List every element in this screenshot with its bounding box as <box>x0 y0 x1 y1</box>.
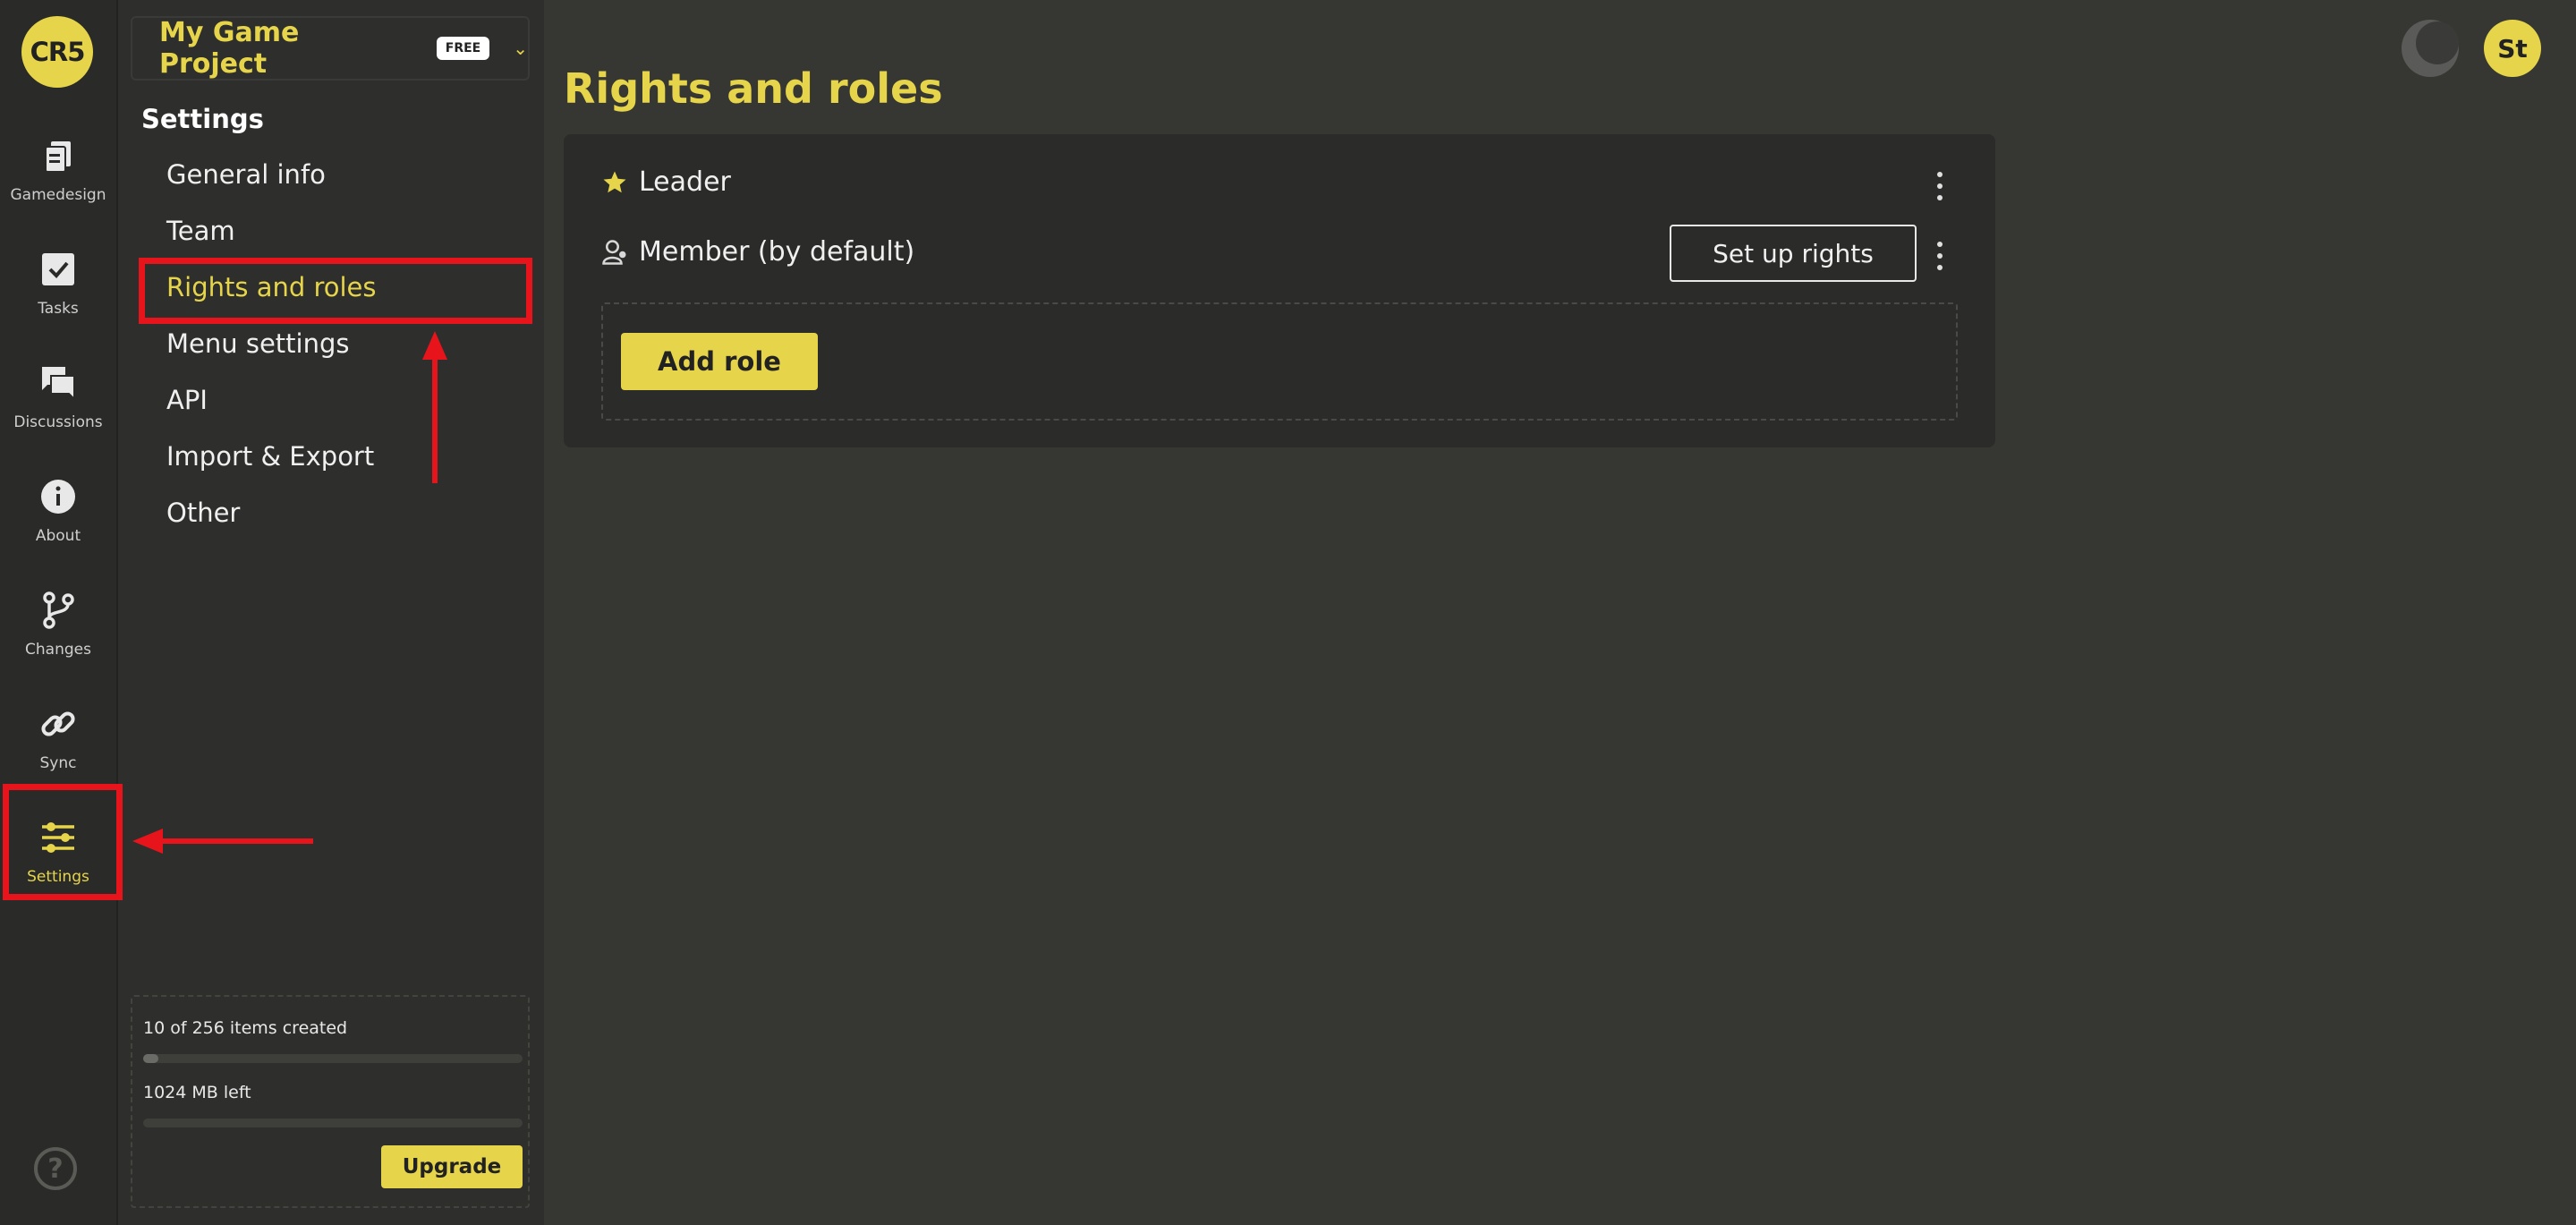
chat-icon <box>42 367 75 402</box>
items-usage-bar <box>143 1054 523 1063</box>
settings-sidebar: My Game Project FREE ⌄ Settings General … <box>118 0 544 1225</box>
storage-usage-bar <box>143 1119 523 1127</box>
rail-label: Changes <box>25 641 91 659</box>
star-icon <box>603 171 626 192</box>
role-row-leader: Leader <box>601 166 731 198</box>
link-icon <box>41 711 75 736</box>
page-title: Rights and roles <box>564 64 943 113</box>
rail-item-about[interactable]: About <box>0 464 116 563</box>
role-row-member: Member (by default) <box>601 236 914 268</box>
role-menu-kebab-icon[interactable] <box>1934 242 1945 270</box>
rail-item-discussions[interactable]: Discussions <box>0 351 116 449</box>
storage-usage-text: 1024 MB left <box>143 1083 251 1102</box>
nav-rail: CR5 Gamedesign Tasks Discussions About C… <box>0 0 118 1225</box>
add-role-button[interactable]: Add role <box>621 333 818 390</box>
usage-panel: 10 of 256 items created 1024 MB left Upg… <box>131 995 530 1208</box>
rail-item-changes[interactable]: Changes <box>0 578 116 676</box>
rail-label: Tasks <box>38 300 79 318</box>
rail-label: Discussions <box>13 413 103 431</box>
roles-card: Leader Member (by default) Set up rights… <box>564 134 1995 447</box>
items-usage-fill <box>143 1054 158 1063</box>
sliders-icon <box>42 822 74 853</box>
settings-item-rights-and-roles[interactable]: Rights and roles <box>166 272 377 302</box>
set-up-rights-button[interactable]: Set up rights <box>1670 225 1917 282</box>
rail-item-gamedesign[interactable]: Gamedesign <box>0 123 116 222</box>
settings-item-general-info[interactable]: General info <box>166 159 326 190</box>
rail-label: Gamedesign <box>10 186 106 204</box>
role-name: Member (by default) <box>639 236 915 268</box>
rail-label: About <box>35 527 81 545</box>
rail-label: Settings <box>27 868 89 886</box>
plan-badge: FREE <box>436 37 490 60</box>
settings-item-menu-settings[interactable]: Menu settings <box>166 328 350 359</box>
theme-toggle-moon-icon[interactable] <box>2402 20 2459 77</box>
user-avatar[interactable]: St <box>2484 20 2541 77</box>
documents-icon <box>45 141 71 173</box>
settings-item-team[interactable]: Team <box>166 216 235 246</box>
checkbox-icon <box>42 253 74 285</box>
help-icon[interactable]: ? <box>34 1147 77 1190</box>
rail-item-tasks[interactable]: Tasks <box>0 237 116 336</box>
info-icon <box>41 480 75 514</box>
project-switcher[interactable]: My Game Project FREE ⌄ <box>131 16 530 81</box>
user-icon <box>602 239 626 265</box>
settings-item-api[interactable]: API <box>166 385 208 415</box>
branch-icon <box>43 591 74 629</box>
settings-item-other[interactable]: Other <box>166 498 240 528</box>
settings-title: Settings <box>141 104 264 134</box>
rail-item-sync[interactable]: Sync <box>0 692 116 790</box>
app-logo[interactable]: CR5 <box>21 16 93 88</box>
rail-label: Sync <box>39 754 77 772</box>
settings-item-import-export[interactable]: Import & Export <box>166 441 374 472</box>
rail-item-settings[interactable]: Settings <box>0 805 116 904</box>
upgrade-button[interactable]: Upgrade <box>381 1145 523 1188</box>
add-role-zone: Add role <box>601 302 1958 421</box>
role-menu-kebab-icon[interactable] <box>1934 172 1945 200</box>
role-name: Leader <box>639 166 731 198</box>
project-name: My Game Project <box>159 17 300 80</box>
items-usage-text: 10 of 256 items created <box>143 1018 348 1038</box>
chevron-down-icon: ⌄ <box>513 38 528 59</box>
